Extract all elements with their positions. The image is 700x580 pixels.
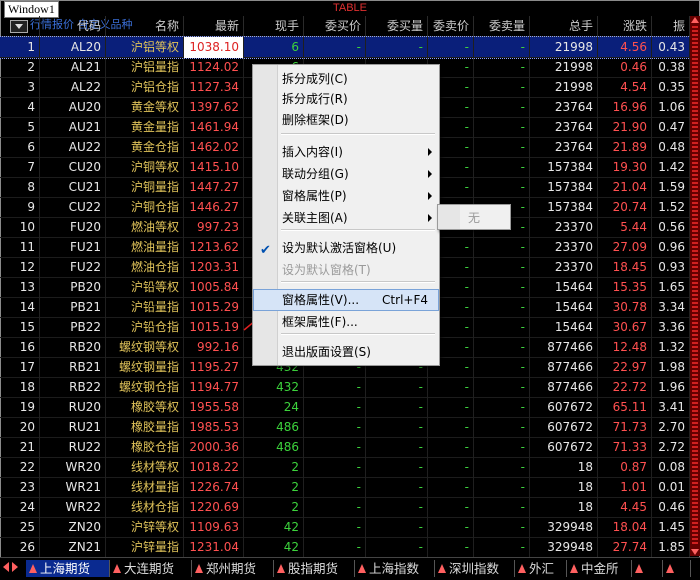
tab-marker-icon [29, 564, 37, 573]
menu-separator [281, 229, 435, 231]
market-tab[interactable]: 郑州期货 [192, 560, 274, 577]
market-tab[interactable]: 外汇 [515, 560, 567, 577]
tab-marker-icon [635, 564, 643, 573]
submenu-gutter [438, 205, 460, 229]
menu-item-label: 拆分成列(C) [282, 72, 348, 86]
market-tab-label: 郑州期货 [206, 561, 257, 576]
menu-separator [281, 281, 435, 283]
menu-item[interactable]: 删除框架(D) [254, 110, 438, 130]
menu-item-label: 框架属性(F)... [282, 315, 358, 329]
menu-item-label: 设为默认激活窗格(U) [282, 241, 397, 255]
market-tab-label: 上海指数 [369, 561, 420, 576]
menu-item[interactable]: 关联主图(A) [254, 208, 438, 228]
market-tab[interactable]: 上海期货 [26, 560, 110, 577]
market-tab-label: 大连期货 [124, 561, 175, 576]
tab-marker-icon [358, 564, 366, 573]
menu-item[interactable]: 窗格属性(V)... Ctrl+F4 [253, 289, 439, 311]
menu-item-label: 窗格属性(V)... [282, 293, 360, 307]
market-tab[interactable]: 大连期货 [110, 560, 192, 577]
market-tab-label: 股指期货 [288, 561, 339, 576]
menu-item[interactable]: ✔ 设为默认激活窗格(U) [254, 238, 438, 258]
menu-item-label: 退出版面设置(S) [282, 345, 371, 359]
menu-item-label: 拆分成行(R) [282, 92, 348, 106]
market-tab[interactable]: 上海指数 [355, 560, 435, 577]
market-tab[interactable]: 深圳指数 [435, 560, 515, 577]
submenu-arrow-icon [428, 192, 432, 200]
submenu-arrow-icon [428, 148, 432, 156]
market-tab-label: 深圳指数 [449, 561, 500, 576]
market-tab-label: 上海期货 [40, 561, 91, 576]
menu-item[interactable]: 拆分成行(R) [254, 89, 438, 109]
market-tab[interactable] [663, 560, 691, 577]
menu-item[interactable]: 联动分组(G) [254, 164, 438, 184]
context-menu: 拆分成列(C) 拆分成行(R) 删除框架(D) 插入内容(I) 联动分组(G) 窗格属性(… [252, 64, 440, 366]
menu-item-label: 设为默认窗格(T) [282, 263, 371, 277]
tab-marker-icon [570, 564, 578, 573]
menu-item-label: 删除框架(D) [282, 113, 349, 127]
menu-item: 设为默认窗格(T) [254, 260, 438, 280]
menu-item[interactable]: 拆分成列(C) [254, 69, 438, 89]
market-tab[interactable] [632, 560, 663, 577]
submenu-item-none[interactable]: 无 [468, 209, 480, 226]
tab-marker-icon [113, 564, 121, 573]
menu-item-label: 插入内容(I) [282, 145, 343, 159]
tab-marker-icon [518, 564, 526, 573]
menu-item[interactable]: 退出版面设置(S) [254, 342, 438, 362]
menu-item[interactable]: 框架属性(F)... [254, 312, 438, 332]
tab-next-icon[interactable] [12, 562, 18, 572]
menu-item[interactable]: 插入内容(I) [254, 142, 438, 162]
menu-item-shortcut: Ctrl+F4 [382, 293, 428, 307]
submenu-arrow-icon [428, 214, 432, 222]
tab-marker-icon [195, 564, 203, 573]
market-tab-label: 外汇 [529, 561, 555, 576]
tab-prev-icon[interactable] [3, 562, 9, 572]
tab-marker-icon [438, 564, 446, 573]
check-icon: ✔ [260, 243, 271, 258]
submenu-arrow-icon [428, 170, 432, 178]
menu-separator [281, 333, 435, 335]
menu-separator [281, 133, 435, 135]
submenu: 无 [437, 204, 511, 230]
menu-item[interactable]: 窗格属性(P) [254, 186, 438, 206]
market-tabs: 上海期货 大连期货 郑州期货 股指期货 上海指数 深圳指数 外汇 中金所 [0, 557, 700, 580]
menu-item-label: 联动分组(G) [282, 167, 349, 181]
tab-marker-icon [277, 564, 285, 573]
market-tab-label: 中金所 [581, 561, 619, 576]
market-tab[interactable]: 中金所 [567, 560, 632, 577]
menu-item-label: 关联主图(A) [282, 211, 348, 225]
tab-marker-icon [666, 564, 674, 573]
market-tab[interactable]: 股指期货 [274, 560, 355, 577]
menu-item-label: 窗格属性(P) [282, 189, 347, 203]
